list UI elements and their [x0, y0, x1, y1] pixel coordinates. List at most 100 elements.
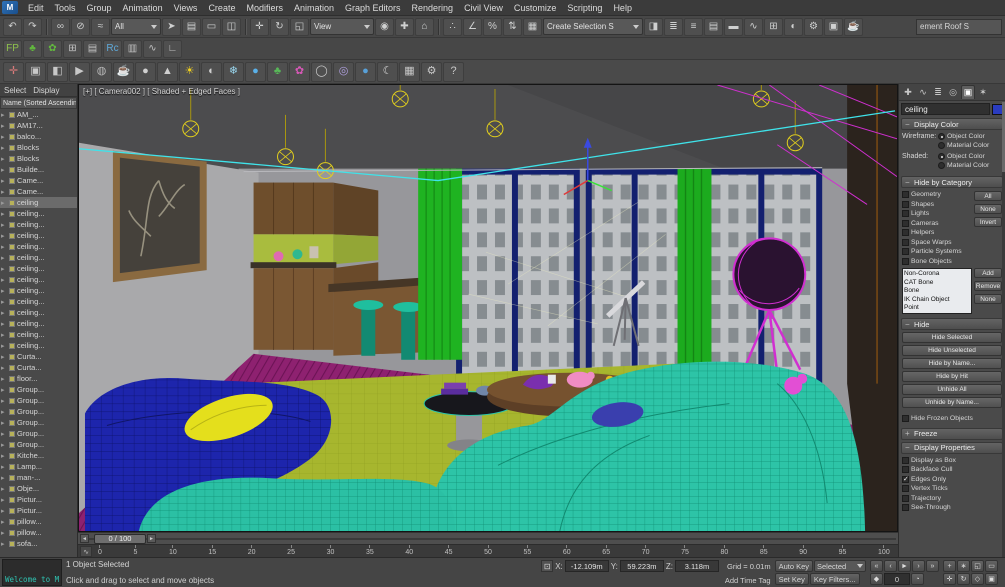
mini-curve-editor-icon[interactable]: ∿ — [80, 546, 92, 557]
expand-arrow-icon[interactable]: ▸ — [1, 342, 7, 350]
menu-item[interactable]: Modifiers — [241, 1, 288, 15]
explorer-column-header[interactable]: Name (Sorted Ascending) — [0, 97, 77, 109]
go-to-start-icon[interactable]: « — [870, 560, 883, 572]
pan-arrows-icon[interactable]: ✛ — [3, 61, 24, 82]
list-item[interactable]: ▸ floor... — [0, 373, 77, 384]
list-item[interactable]: ▸ Group... — [0, 439, 77, 450]
hide-button[interactable]: Hide by Hit — [902, 371, 1002, 382]
explorer-menu[interactable]: Select — [4, 86, 26, 95]
category-checkbox[interactable]: Space Warps — [902, 238, 972, 248]
time-config-icon[interactable]: ◔ — [911, 573, 924, 585]
category-list-item[interactable]: CAT Bone — [904, 279, 970, 288]
expand-arrow-icon[interactable]: ▸ — [1, 144, 7, 152]
camera-viewport[interactable]: [+] [ Camera002 ] [ Shaded + Edged Faces… — [78, 84, 898, 532]
list-item[interactable]: ▸ ceiling... — [0, 230, 77, 241]
radio-wireframe-material-color[interactable]: Material Color — [938, 141, 989, 150]
expand-arrow-icon[interactable]: ▸ — [1, 474, 7, 482]
set-key-button[interactable]: Set Key — [774, 573, 809, 585]
list-item[interactable]: ▸ balco... — [0, 131, 77, 142]
rollout-display-color[interactable]: − Display Color — [901, 118, 1003, 130]
expand-arrow-icon[interactable]: ▸ — [1, 254, 7, 262]
time-slider-track[interactable] — [80, 538, 896, 540]
category-checkbox[interactable]: Helpers — [902, 228, 972, 238]
measure-icon[interactable]: ∟ — [163, 39, 182, 58]
zoom-extents-icon[interactable]: ◱ — [971, 560, 984, 572]
rollout-freeze[interactable]: + Freeze — [901, 427, 1003, 440]
menu-item[interactable]: Group — [82, 1, 117, 15]
rollout-display-properties[interactable]: − Display Properties — [901, 441, 1003, 454]
list-item[interactable]: ▸ ceiling... — [0, 219, 77, 230]
expand-arrow-icon[interactable]: ▸ — [1, 177, 7, 185]
y-coordinate-field[interactable]: 59.223m — [619, 560, 664, 572]
expand-arrow-icon[interactable]: ▸ — [1, 287, 7, 295]
current-frame-field[interactable]: 0 — [884, 573, 910, 585]
modify-tab-icon[interactable]: ∿ — [916, 85, 930, 99]
earth-icon[interactable]: ● — [355, 61, 376, 82]
list-item[interactable]: ▸ ceiling... — [0, 340, 77, 351]
orbit-icon[interactable]: ↻ — [957, 573, 970, 585]
railclone-icon[interactable]: Rc — [103, 39, 122, 58]
expand-arrow-icon[interactable]: ▸ — [1, 221, 7, 229]
menu-item[interactable]: Create — [203, 1, 240, 15]
floorgen-icon[interactable]: FP — [3, 39, 22, 58]
railclone-lister-icon[interactable]: ▥ — [123, 39, 142, 58]
menu-item[interactable]: Animation — [118, 1, 168, 15]
menu-item[interactable]: Tools — [50, 1, 81, 15]
bind-to-space-warp-icon[interactable]: ≈ — [91, 17, 110, 36]
expand-arrow-icon[interactable]: ▸ — [1, 353, 7, 361]
menu-item[interactable]: Scripting — [562, 1, 607, 15]
list-item[interactable]: ▸ Blocks — [0, 153, 77, 164]
expand-arrow-icon[interactable]: ▸ — [1, 166, 7, 174]
zoom-all-icon[interactable]: ∗ — [957, 560, 970, 572]
snowflake-icon[interactable]: ❄ — [223, 61, 244, 82]
flower-icon[interactable]: ✿ — [289, 61, 310, 82]
hide-button[interactable]: Hide by Name... — [902, 358, 1002, 369]
category-list-item[interactable]: IK Chain Object — [904, 296, 970, 305]
list-item[interactable]: ▸ AM_... — [0, 109, 77, 120]
expand-arrow-icon[interactable]: ▸ — [1, 518, 7, 526]
category-list-item[interactable]: Bone — [904, 287, 970, 296]
list-item[interactable]: ▸ ceiling... — [0, 263, 77, 274]
percent-snap-icon[interactable]: % — [483, 17, 502, 36]
category-list-item[interactable]: Non-Corona — [904, 270, 970, 279]
select-and-scale-icon[interactable]: ◱ — [290, 17, 309, 36]
expand-arrow-icon[interactable]: ▸ — [1, 111, 7, 119]
align-icon[interactable]: ≣ — [664, 17, 683, 36]
expand-arrow-icon[interactable]: ▸ — [1, 199, 7, 207]
expand-arrow-icon[interactable]: ▸ — [1, 386, 7, 394]
saturn-icon[interactable]: ◎ — [333, 61, 354, 82]
curve-editor-icon[interactable]: ∿ — [744, 17, 763, 36]
list-item[interactable]: ▸ Group... — [0, 384, 77, 395]
create-tab-icon[interactable]: ✚ — [901, 85, 915, 99]
expand-arrow-icon[interactable]: ▸ — [1, 441, 7, 449]
list-button[interactable]: None — [974, 294, 1002, 304]
list-item[interactable]: ▸ Came... — [0, 175, 77, 186]
list-button[interactable]: Remove — [974, 281, 1002, 291]
auto-key-button[interactable]: Auto Key — [774, 560, 813, 572]
hide-frozen-checkbox[interactable]: Hide Frozen Objects — [902, 414, 1002, 424]
water-drop-icon[interactable]: ● — [245, 61, 266, 82]
menu-item[interactable]: Graph Editors — [340, 1, 406, 15]
list-item[interactable]: ▸ ceiling... — [0, 274, 77, 285]
time-slider-handle[interactable]: 0 / 100 — [94, 533, 146, 544]
select-and-link-icon[interactable]: ∞ — [51, 17, 70, 36]
next-frame-icon[interactable]: › — [912, 560, 925, 572]
grid-array-icon[interactable]: ⊞ — [63, 39, 82, 58]
go-to-end-icon[interactable]: » — [926, 560, 939, 572]
hide-button[interactable]: Hide Unselected — [902, 345, 1002, 356]
rendered-frame-icon[interactable]: ▣ — [824, 17, 843, 36]
teapot-gray-icon[interactable]: ◍ — [91, 61, 112, 82]
viewport-label[interactable]: [+] [ Camera002 ] [ Shaded + Edged Faces… — [83, 87, 240, 96]
hierarchy-tab-icon[interactable]: ≣ — [931, 85, 945, 99]
maxscript-mini-listener[interactable]: Welcome to M — [2, 559, 62, 586]
rollout-hide-by-category[interactable]: − Hide by Category — [901, 176, 1003, 188]
track-bar[interactable]: ∿ 0 5 10 15 20 25 30 35 40 45 50 55 60 65 70 75 80 85 90 95… — [78, 544, 898, 557]
list-item[interactable]: ▸ Group... — [0, 406, 77, 417]
category-checkbox[interactable]: Bone Objects — [902, 257, 972, 267]
zoom-region-icon[interactable]: ▭ — [985, 560, 998, 572]
mirror-icon[interactable]: ◨ — [644, 17, 663, 36]
selection-region-icon[interactable]: ▭ — [202, 17, 221, 36]
expand-arrow-icon[interactable]: ▸ — [1, 309, 7, 317]
menu-item[interactable]: Rendering — [407, 1, 459, 15]
snaps-toggle-icon[interactable]: ∴ — [443, 17, 462, 36]
